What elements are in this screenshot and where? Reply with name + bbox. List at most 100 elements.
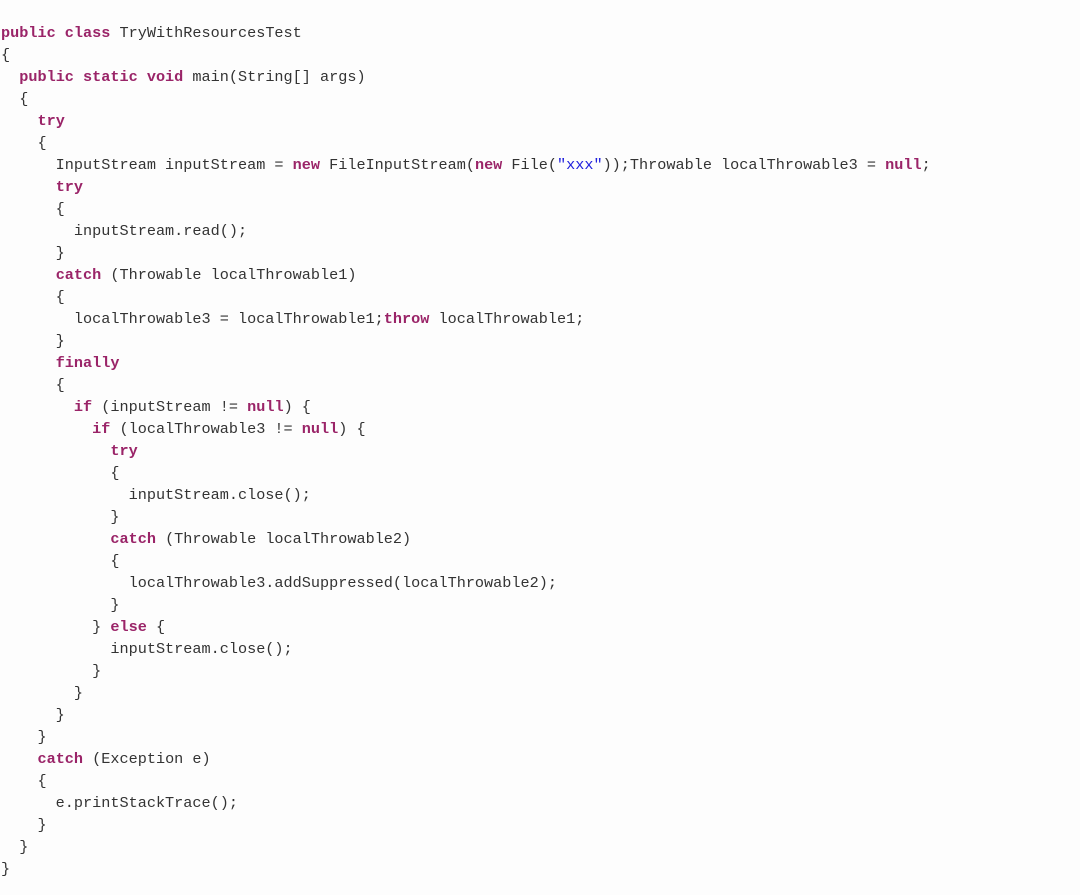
code-line: } [0,330,1080,352]
code-line: { [0,44,1080,66]
code-line: { [0,88,1080,110]
code-line: catch (Throwable localThrowable1) [0,264,1080,286]
code-line: inputStream.read(); [0,220,1080,242]
code-keyword: public static void [19,68,184,86]
code-text: { [1,90,29,108]
code-keyword: public class [1,24,111,42]
code-text: { [1,134,47,152]
code-listing[interactable]: public class TryWithResourcesTest { publi… [0,13,1080,895]
code-text: (Exception e) [83,750,211,768]
code-keyword: catch [55,266,102,284]
code-text: } [1,244,65,262]
code-line: { [0,462,1080,484]
code-line: { [0,198,1080,220]
code-text: { [1,288,65,306]
code-line: { [0,550,1080,572]
code-text: } [1,596,120,614]
code-text: ; [921,156,931,174]
code-text: } [1,662,102,680]
code-keyword: null [885,156,922,174]
code-text: { [1,464,120,482]
code-keyword: throw [383,310,430,328]
code-keyword: try [55,178,84,196]
code-line: finally [0,352,1080,374]
code-text: localThrowable3 = localThrowable1; [1,310,384,328]
code-text: } [1,728,47,746]
code-text: (localThrowable3 != [110,420,302,438]
code-text: inputStream.close(); [1,640,293,658]
code-line: localThrowable3 = localThrowable1;throw … [0,308,1080,330]
code-text: (inputStream != [92,398,248,416]
code-keyword: catch [37,750,84,768]
code-line: if (inputStream != null) { [0,396,1080,418]
code-keyword: null [301,420,339,438]
code-keyword: null [247,398,284,416]
code-text: { [1,46,11,64]
code-line: } [0,704,1080,726]
code-line: } [0,506,1080,528]
code-text: } [1,816,47,834]
code-line: inputStream.close(); [0,484,1080,506]
code-line: try [0,176,1080,198]
code-text: TryWithResourcesTest [110,24,302,42]
code-line: localThrowable3.addSuppressed(localThrow… [0,572,1080,594]
code-keyword: catch [110,530,156,548]
code-text: { [1,376,65,394]
code-keyword: new [474,156,503,174]
code-line: } [0,858,1080,880]
code-text: } [1,706,65,724]
code-keyword: new [292,156,320,174]
code-text: } [1,618,111,636]
code-text: ));Throwable localThrowable3 = [602,156,886,174]
code-line: catch (Exception e) [0,748,1080,770]
code-keyword: if [73,398,93,416]
code-text: InputStream inputStream = [1,156,293,174]
code-line: } else { [0,616,1080,638]
code-text: { [1,772,47,790]
code-keyword: try [37,112,65,130]
code-line: try [0,110,1080,132]
code-string-literal: "xxx" [556,156,603,174]
code-line: { [0,132,1080,154]
code-line: e.printStackTrace(); [0,792,1080,814]
code-text: (Throwable localThrowable1) [101,266,357,284]
code-line: { [0,286,1080,308]
code-line: { [0,770,1080,792]
code-text: localThrowable1; [429,310,585,328]
code-line: } [0,682,1080,704]
code-text: e.printStackTrace(); [1,794,238,812]
code-text: { [1,200,65,218]
code-text: } [1,508,120,526]
code-text: File( [502,156,557,174]
code-text: ) { [283,398,311,416]
code-line: } [0,726,1080,748]
code-line: { [0,374,1080,396]
code-text: } [1,332,65,350]
code-text: inputStream.close(); [1,486,311,504]
code-line: inputStream.close(); [0,638,1080,660]
code-line: } [0,660,1080,682]
code-text: } [1,838,29,856]
code-text: inputStream.read(); [1,222,248,240]
code-text: localThrowable3.addSuppressed(localThrow… [1,574,557,592]
code-line: } [0,594,1080,616]
code-line: } [0,814,1080,836]
code-line: public class TryWithResourcesTest [0,22,1080,44]
code-keyword: finally [55,354,120,372]
code-line: } [0,836,1080,858]
code-keyword: if [92,420,111,438]
code-text: (Throwable localThrowable2) [155,530,412,548]
code-text: } [1,860,11,878]
code-keyword: try [110,442,138,460]
code-line: public static void main(String[] args) [0,66,1080,88]
code-line: try [0,440,1080,462]
